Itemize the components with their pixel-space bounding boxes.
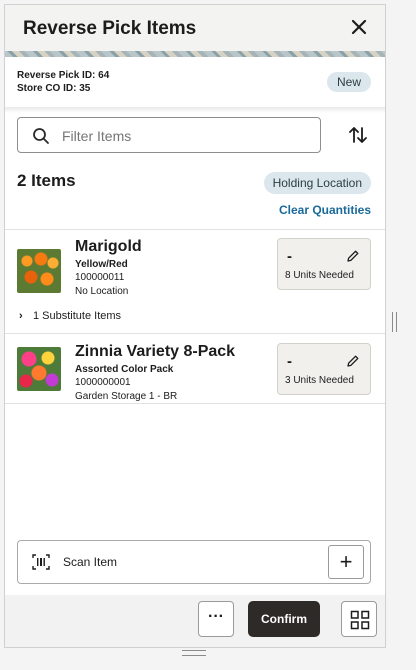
list-divider <box>5 333 385 334</box>
item-variant: Yellow/Red <box>75 259 128 270</box>
store-co-id: Store CO ID: 35 <box>17 83 91 94</box>
close-button[interactable] <box>347 15 371 39</box>
reverse-pick-id: Reverse Pick ID: 64 <box>17 70 110 81</box>
pencil-icon <box>347 355 359 367</box>
quantity-input[interactable]: - 8 Units Needed <box>277 238 371 290</box>
search-icon <box>33 128 49 144</box>
scan-item-label: Scan Item <box>63 555 118 569</box>
item-name: Marigold <box>75 238 142 255</box>
list-divider <box>5 229 385 230</box>
reverse-pick-panel: Reverse Pick Items Reverse Pick ID: 64 S… <box>4 4 386 648</box>
order-ids: Reverse Pick ID: 64 Store CO ID: 35 <box>17 69 109 95</box>
item-name: Zinnia Variety 8-Pack <box>75 343 236 360</box>
filter-input[interactable] <box>62 125 312 147</box>
filter-field[interactable] <box>17 117 321 153</box>
panel-resize-handle[interactable] <box>392 312 397 332</box>
header-decoration-band <box>5 51 385 57</box>
barcode-scan-icon <box>32 554 50 570</box>
holding-location-chip[interactable]: Holding Location <box>263 172 371 194</box>
sort-button[interactable] <box>347 124 369 146</box>
substitute-items-toggle[interactable]: › 1 Substitute Items <box>19 310 121 322</box>
item-variant: Assorted Color Pack <box>75 364 174 375</box>
status-badge: New <box>326 72 371 92</box>
quantity-value: - <box>287 248 292 265</box>
item-location: No Location <box>75 286 129 297</box>
clear-quantities-link[interactable]: Clear Quantities <box>279 203 371 217</box>
scan-item-bar[interactable]: Scan Item + <box>17 540 371 584</box>
grid-view-button[interactable] <box>341 601 377 637</box>
item-image <box>17 249 61 293</box>
quantity-input[interactable]: - 3 Units Needed <box>277 343 371 395</box>
item-code: 100000011 <box>75 272 125 283</box>
item-location: Garden Storage 1 - BR <box>75 391 178 402</box>
app-frame: Reverse Pick Items Reverse Pick ID: 64 S… <box>0 0 416 670</box>
footer-toolbar: ··· Confirm <box>5 595 385 647</box>
bottom-resize-handle[interactable] <box>182 650 206 656</box>
quantity-value: - <box>287 353 292 370</box>
units-needed: 3 Units Needed <box>285 375 354 386</box>
summary-separator <box>5 107 385 113</box>
chevron-right-icon: › <box>19 310 23 322</box>
item-count: 2 Items <box>17 171 76 190</box>
units-needed: 8 Units Needed <box>285 270 354 281</box>
close-icon <box>351 19 367 35</box>
panel-header: Reverse Pick Items <box>5 5 385 51</box>
page-title: Reverse Pick Items <box>23 18 197 39</box>
list-divider <box>5 403 385 404</box>
more-actions-button[interactable]: ··· <box>198 601 234 637</box>
confirm-button[interactable]: Confirm <box>248 601 320 637</box>
substitute-items-label: 1 Substitute Items <box>33 310 122 322</box>
item-image <box>17 347 61 391</box>
sort-icon <box>349 127 367 143</box>
grid-icon <box>350 610 370 630</box>
add-item-button[interactable]: + <box>328 545 364 579</box>
item-code: 1000000001 <box>75 377 131 388</box>
pencil-icon <box>347 250 359 262</box>
